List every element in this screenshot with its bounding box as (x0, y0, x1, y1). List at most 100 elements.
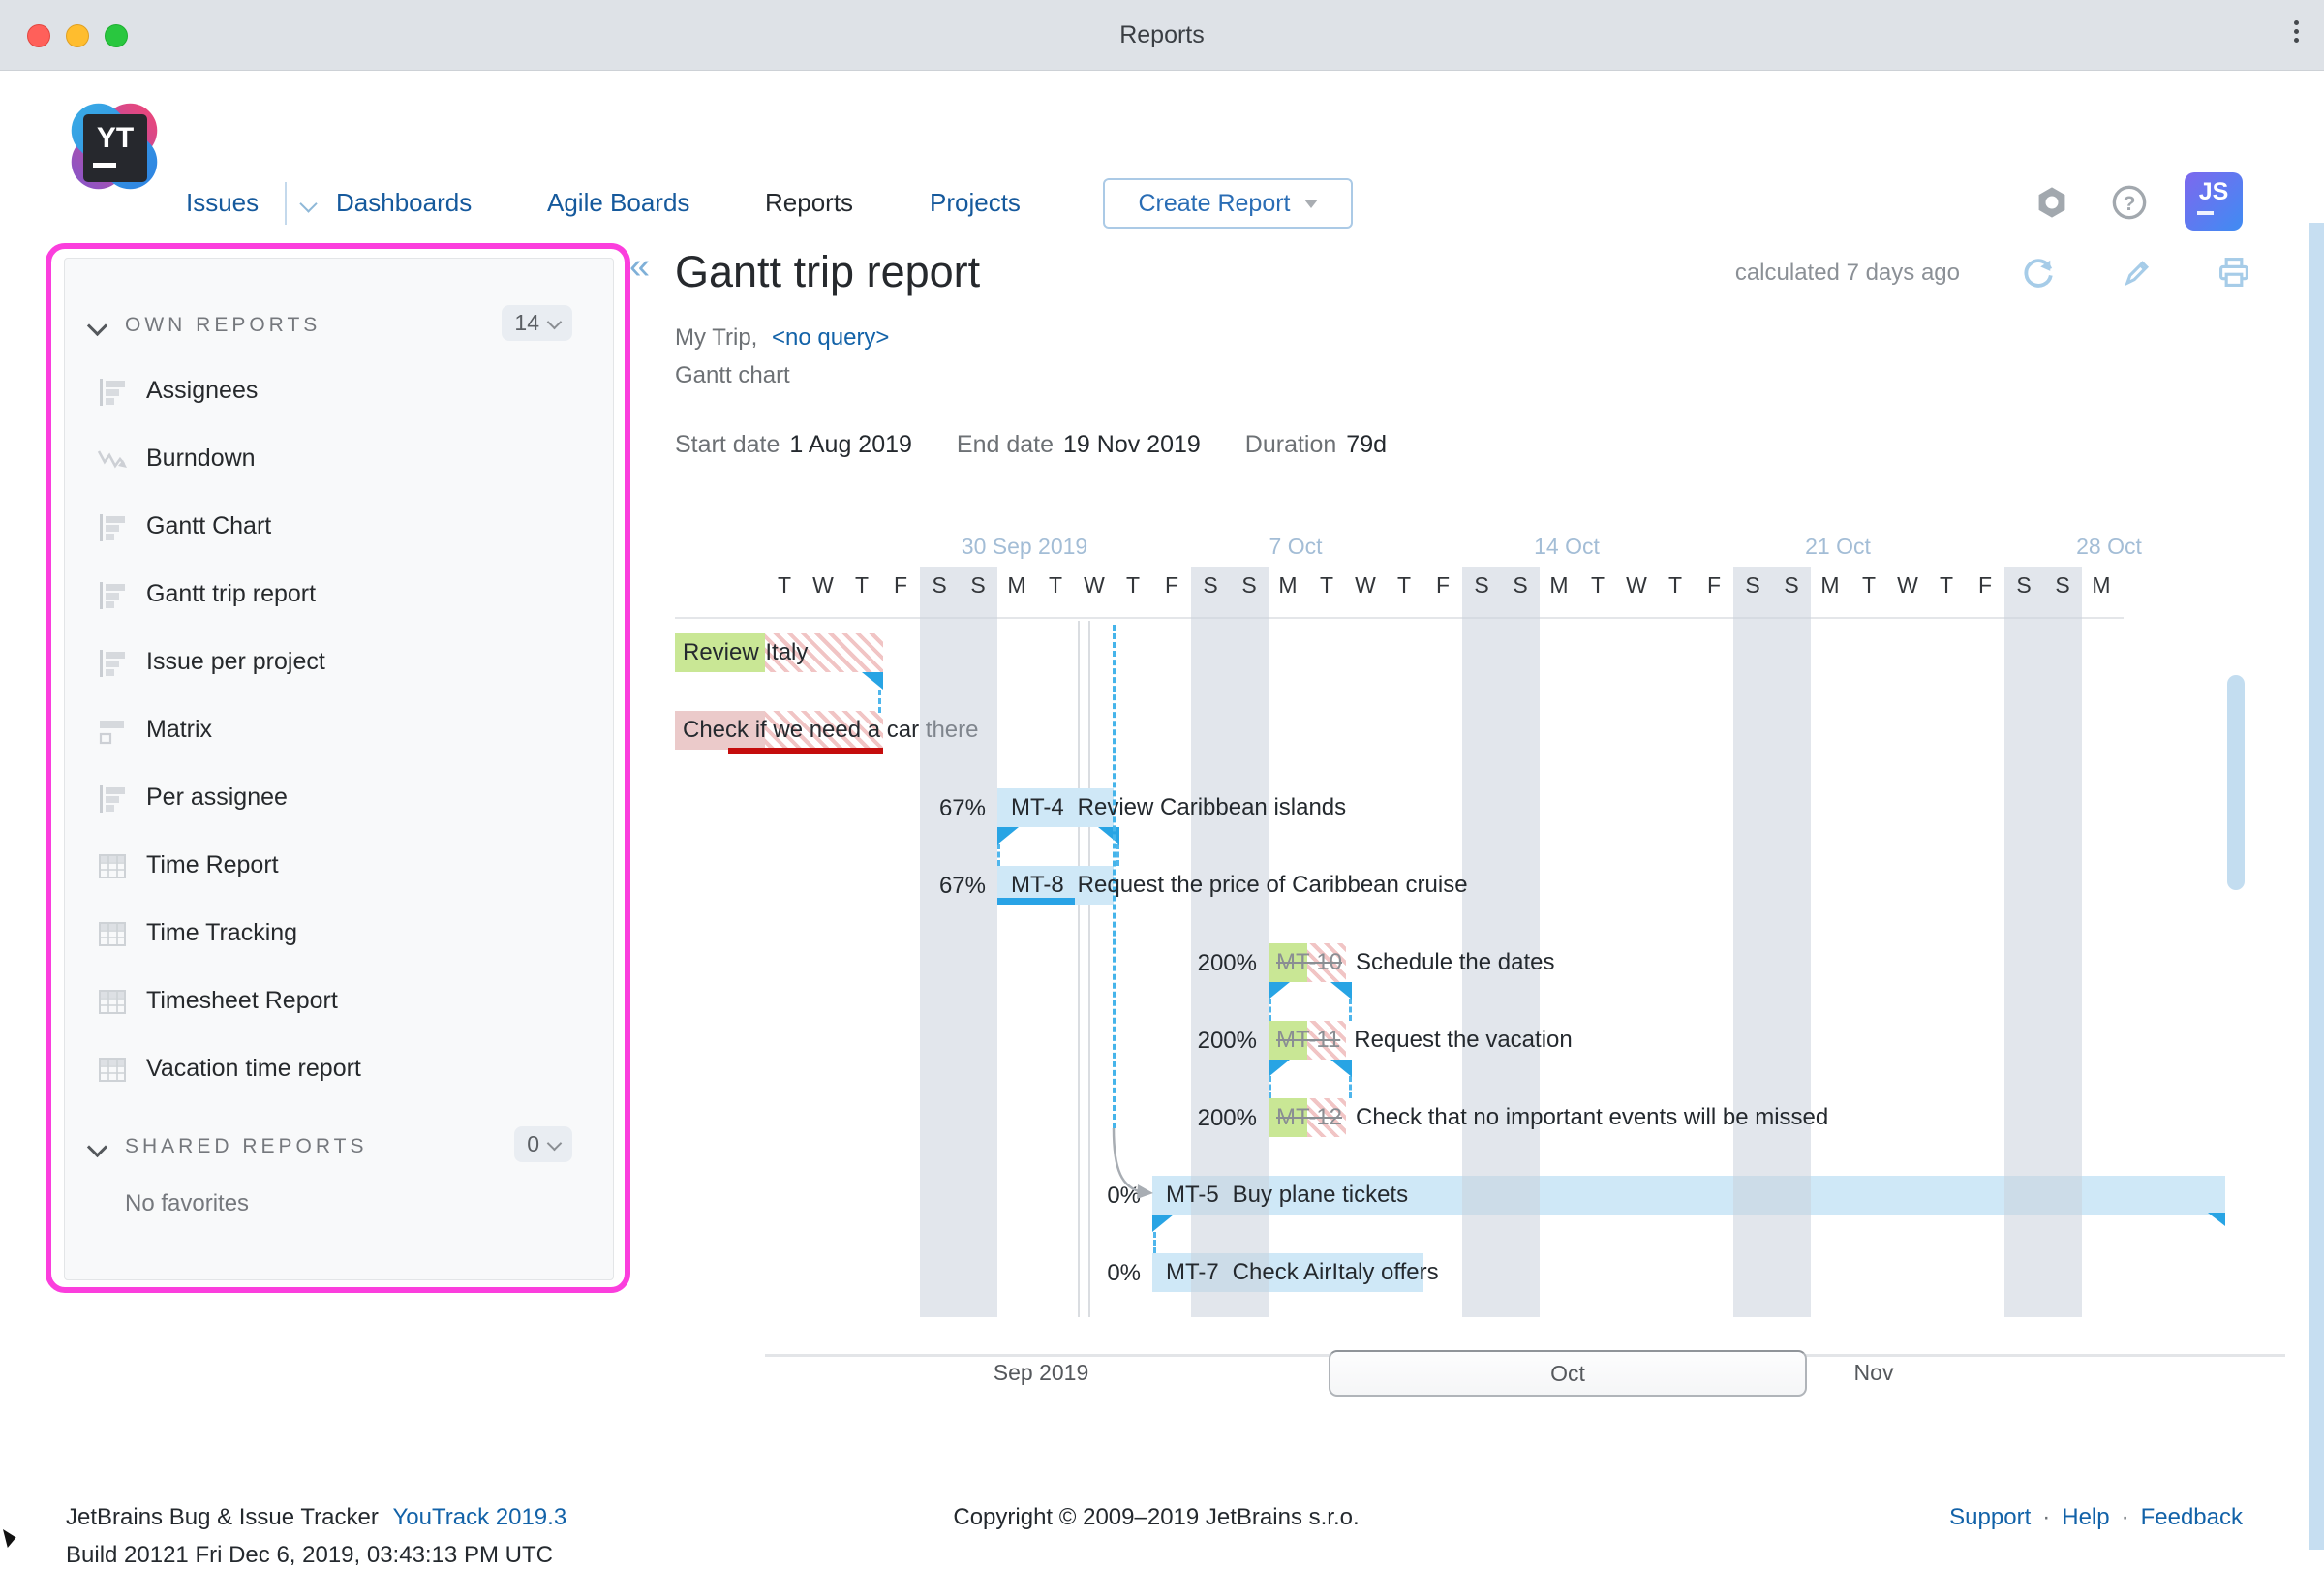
nav-item-projects[interactable]: Projects (930, 188, 1021, 218)
meta-label: Duration (1245, 431, 1337, 458)
gantt-task-text: MT-11Request the vacation (1276, 1021, 1573, 1060)
bar-report-icon (94, 375, 131, 415)
gantt-day-letter: S (2004, 572, 2043, 599)
sidebar-item-assignees[interactable]: Assignees (65, 359, 613, 425)
sidebar-item-time-report[interactable]: Time Report (65, 834, 613, 900)
mini-timeline-label-after[interactable]: Nov (1854, 1360, 1894, 1386)
report-meta-item: Start date1 Aug 2019 (675, 431, 912, 459)
gantt-day-letter: T (1927, 572, 1966, 599)
sidebar-item-label: Vacation time report (146, 1055, 361, 1083)
sidebar-item-label: Assignees (146, 377, 258, 405)
task-id[interactable]: MT-10 (1276, 949, 1342, 976)
task-id[interactable]: MT-12 (1276, 1104, 1342, 1131)
connector-dash (878, 690, 881, 713)
sidebar-item-issue-per-project[interactable]: Issue per project (65, 631, 613, 696)
footer-link-feedback[interactable]: Feedback (2141, 1504, 2243, 1531)
meta-value: 19 Nov 2019 (1063, 431, 1201, 458)
calculated-timestamp: calculated 7 days ago (1735, 260, 1960, 287)
task-summary: Request the price of Caribbean cruise (1078, 872, 1468, 899)
task-id[interactable]: MT-11 (1276, 1027, 1340, 1054)
shared-reports-count-badge[interactable]: 0 (514, 1126, 572, 1162)
nav-item-dashboards[interactable]: Dashboards (336, 188, 472, 218)
task-summary: Check AirItaly offers (1233, 1259, 1439, 1286)
bar-report-icon (94, 510, 131, 550)
task-progress-label: 0% (1015, 1260, 1141, 1287)
sidebar-item-gantt-chart[interactable]: Gantt Chart (65, 495, 613, 561)
task-id[interactable]: MT-7 (1166, 1259, 1219, 1286)
shared-reports-empty-text: No favorites (125, 1190, 249, 1217)
footer-links: Support·Help·Feedback (1949, 1504, 2243, 1531)
report-project: My Trip, (675, 324, 757, 351)
mini-timeline-range-selector[interactable]: Oct (1329, 1350, 1807, 1397)
bar-report-icon (94, 578, 131, 618)
issues-dropdown-chevron-icon[interactable] (299, 195, 317, 212)
footer-link-help[interactable]: Help (2062, 1504, 2109, 1531)
gantt-task-text: MT-4 Review Caribbean islands (1011, 788, 1346, 827)
gantt-task-bar[interactable]: Review Italy (675, 633, 883, 672)
gantt-day-letter: T (1385, 572, 1423, 599)
gantt-day-letter: T (1114, 572, 1152, 599)
own-reports-header[interactable]: OWN REPORTS (125, 314, 321, 337)
print-report-icon[interactable] (2216, 254, 2252, 295)
gantt-day-letter: T (1307, 572, 1346, 599)
page-scrollbar-track[interactable] (2309, 223, 2324, 1550)
summary-connector (1269, 982, 1352, 1021)
window-title: Reports (0, 21, 2324, 49)
gantt-task-text: MT-7 Check AirItaly offers (1166, 1253, 1439, 1292)
meta-label: End date (957, 431, 1054, 458)
sidebar-item-burndown[interactable]: Burndown (65, 427, 613, 493)
gantt-day-letter: W (1346, 572, 1385, 599)
gantt-week-label: 28 Oct (2076, 534, 2142, 560)
report-query-link[interactable]: <no query> (772, 324, 889, 351)
browser-menu-icon[interactable] (2294, 20, 2299, 43)
gantt-day-letter: T (1578, 572, 1617, 599)
footer-copyright: Copyright © 2009–2019 JetBrains s.r.o. (953, 1504, 1359, 1531)
sidebar-item-time-tracking[interactable]: Time Tracking (65, 902, 613, 968)
shared-reports-collapse-chevron-icon[interactable] (87, 1137, 107, 1157)
mini-timeline-label-before[interactable]: Sep 2019 (994, 1360, 1088, 1386)
footer-link-support[interactable]: Support (1949, 1504, 2031, 1531)
gantt-day-letter: F (1152, 572, 1191, 599)
report-meta-item: Duration79d (1245, 431, 1387, 459)
shared-reports-header[interactable]: SHARED REPORTS (125, 1135, 368, 1158)
current-column-gridline (1088, 621, 1090, 1317)
task-id[interactable]: MT-4 (1011, 794, 1064, 821)
collapse-sidebar-icon[interactable]: « (629, 248, 650, 285)
create-report-button[interactable]: Create Report (1103, 178, 1353, 229)
own-reports-count-badge[interactable]: 14 (502, 305, 572, 341)
youtrack-logo[interactable]: YT (56, 89, 172, 205)
refresh-report-icon[interactable] (2020, 254, 2057, 295)
own-reports-collapse-chevron-icon[interactable] (87, 316, 107, 336)
gantt-week-label: 7 Oct (1269, 534, 1323, 560)
help-icon[interactable]: ? (2111, 184, 2148, 226)
sidebar-item-per-assignee[interactable]: Per assignee (65, 766, 613, 832)
gantt-day-letter: S (1733, 572, 1772, 599)
gantt-day-letter: M (1811, 572, 1850, 599)
gantt-task-bar[interactable]: Check if we need a car there (675, 711, 883, 750)
task-progress-label: 67% (860, 795, 986, 822)
gantt-day-letter: W (1617, 572, 1656, 599)
sidebar-item-timesheet-report[interactable]: Timesheet Report (65, 969, 613, 1035)
nav-item-reports[interactable]: Reports (765, 188, 853, 218)
task-id[interactable]: MT-5 (1166, 1182, 1219, 1209)
user-avatar[interactable]: JS (2185, 172, 2243, 231)
sidebar-item-matrix[interactable]: Matrix (65, 698, 613, 764)
sidebar-item-gantt-trip-report[interactable]: Gantt trip report (65, 563, 613, 629)
report-meta-item: End date 19 Nov 2019 (957, 431, 1201, 459)
footer-version-link[interactable]: YouTrack 2019.3 (392, 1504, 566, 1530)
gantt-day-letter: T (765, 572, 804, 599)
sidebar-item-label: Gantt Chart (146, 512, 271, 540)
connector-corner-icon (1269, 982, 1290, 1000)
settings-gear-icon[interactable] (2034, 184, 2070, 226)
task-progress-label: 200% (1131, 1028, 1257, 1055)
sidebar-item-vacation-time-report[interactable]: Vacation time report (65, 1037, 613, 1103)
gantt-scrollbar-thumb[interactable] (2227, 675, 2245, 890)
nav-item-agile-boards[interactable]: Agile Boards (547, 188, 689, 218)
task-summary: Review Caribbean islands (1078, 794, 1346, 821)
nav-item-issues[interactable]: Issues (186, 188, 259, 218)
task-id[interactable]: MT-8 (1011, 872, 1064, 899)
edit-report-icon[interactable] (2119, 254, 2156, 295)
connector-dash (1153, 1232, 1156, 1253)
burndown-icon (94, 443, 131, 482)
top-navigation: YT Create Report ? JS IssuesDashboardsAg… (0, 70, 2324, 223)
